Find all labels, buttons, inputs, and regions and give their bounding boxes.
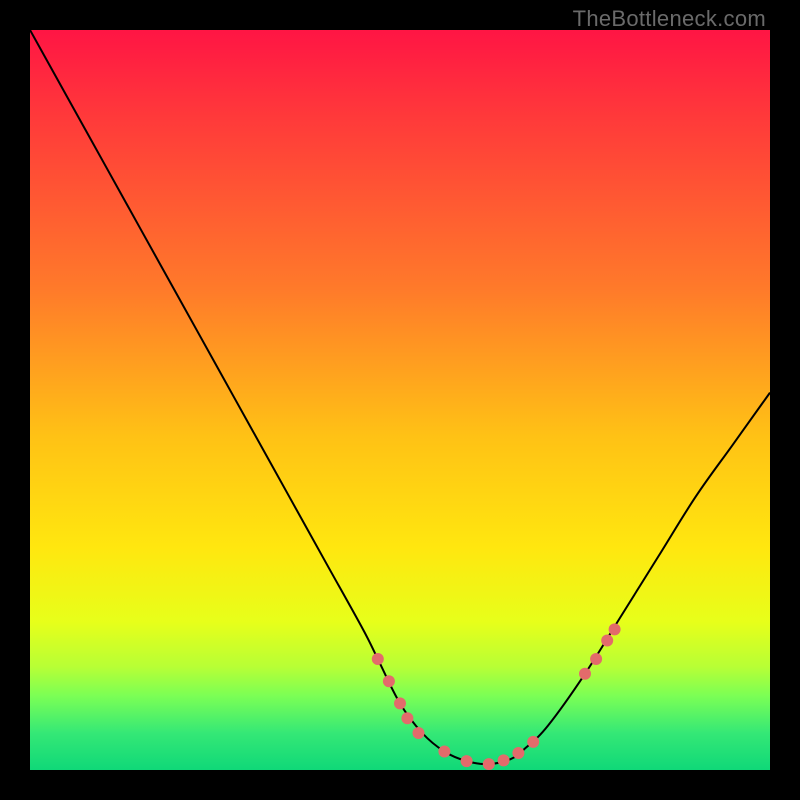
marker-point [601, 635, 613, 647]
marker-point [401, 712, 413, 724]
watermark-text: TheBottleneck.com [573, 6, 766, 32]
marker-point [483, 758, 495, 770]
marker-point [512, 747, 524, 759]
marker-point [527, 736, 539, 748]
marker-point [579, 668, 591, 680]
marker-point [438, 746, 450, 758]
marker-point [498, 754, 510, 766]
marker-point [461, 755, 473, 767]
plot-area [30, 30, 770, 770]
markers-layer [30, 30, 770, 770]
chart-stage: TheBottleneck.com [0, 0, 800, 800]
marker-point [413, 727, 425, 739]
marker-point [609, 623, 621, 635]
marker-point [590, 653, 602, 665]
marker-point [383, 675, 395, 687]
highlight-points [372, 623, 621, 770]
marker-point [372, 653, 384, 665]
marker-point [394, 697, 406, 709]
